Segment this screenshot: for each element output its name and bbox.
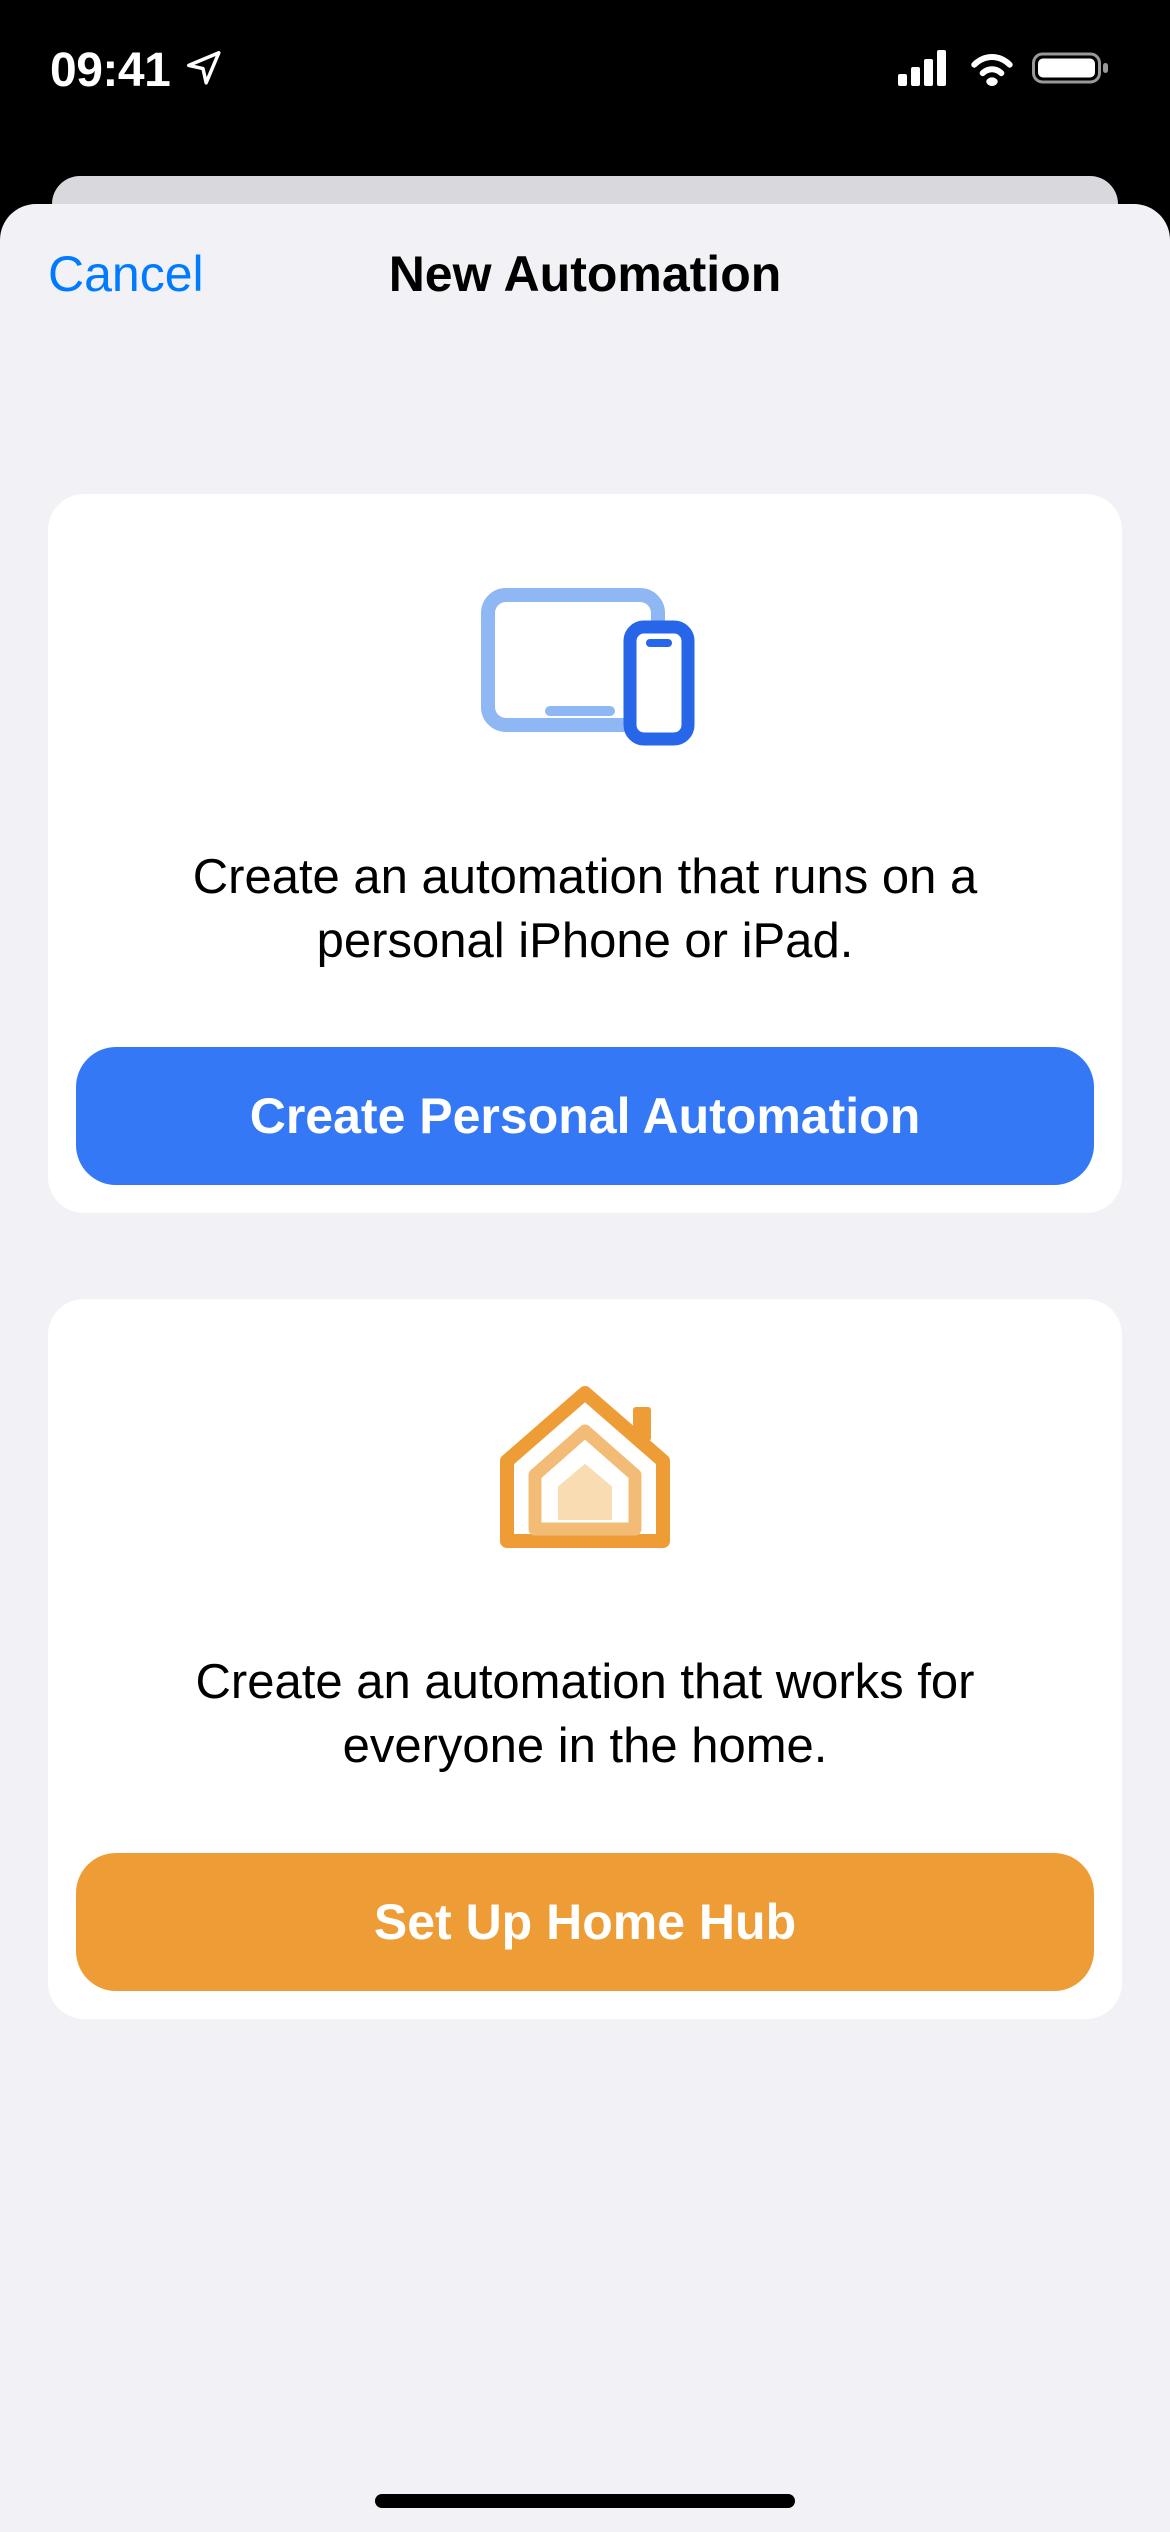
wifi-icon (968, 50, 1016, 91)
nav-bar: Cancel New Automation (0, 204, 1170, 344)
home-automation-card: Create an automation that works for ever… (48, 1299, 1122, 2018)
battery-icon (1032, 50, 1110, 91)
cellular-icon (898, 50, 952, 91)
modal-sheet: Cancel New Automation Create an automati… (0, 204, 1170, 2532)
set-up-home-hub-button[interactable]: Set Up Home Hub (76, 1853, 1094, 1991)
status-left: 09:41 (50, 43, 222, 98)
location-icon (184, 43, 222, 98)
create-personal-automation-button[interactable]: Create Personal Automation (76, 1047, 1094, 1185)
home-description: Create an automation that works for ever… (76, 1651, 1094, 1778)
status-right (898, 50, 1110, 91)
home-icon (485, 1371, 685, 1571)
status-time: 09:41 (50, 43, 170, 98)
personal-automation-card: Create an automation that runs on a pers… (48, 494, 1122, 1213)
home-indicator[interactable] (375, 2494, 795, 2508)
cancel-button[interactable]: Cancel (48, 245, 204, 303)
status-bar: 09:41 (0, 0, 1170, 140)
devices-icon (470, 566, 700, 766)
personal-description: Create an automation that runs on a pers… (76, 846, 1094, 973)
sheet-content: Create an automation that runs on a pers… (0, 344, 1170, 2019)
